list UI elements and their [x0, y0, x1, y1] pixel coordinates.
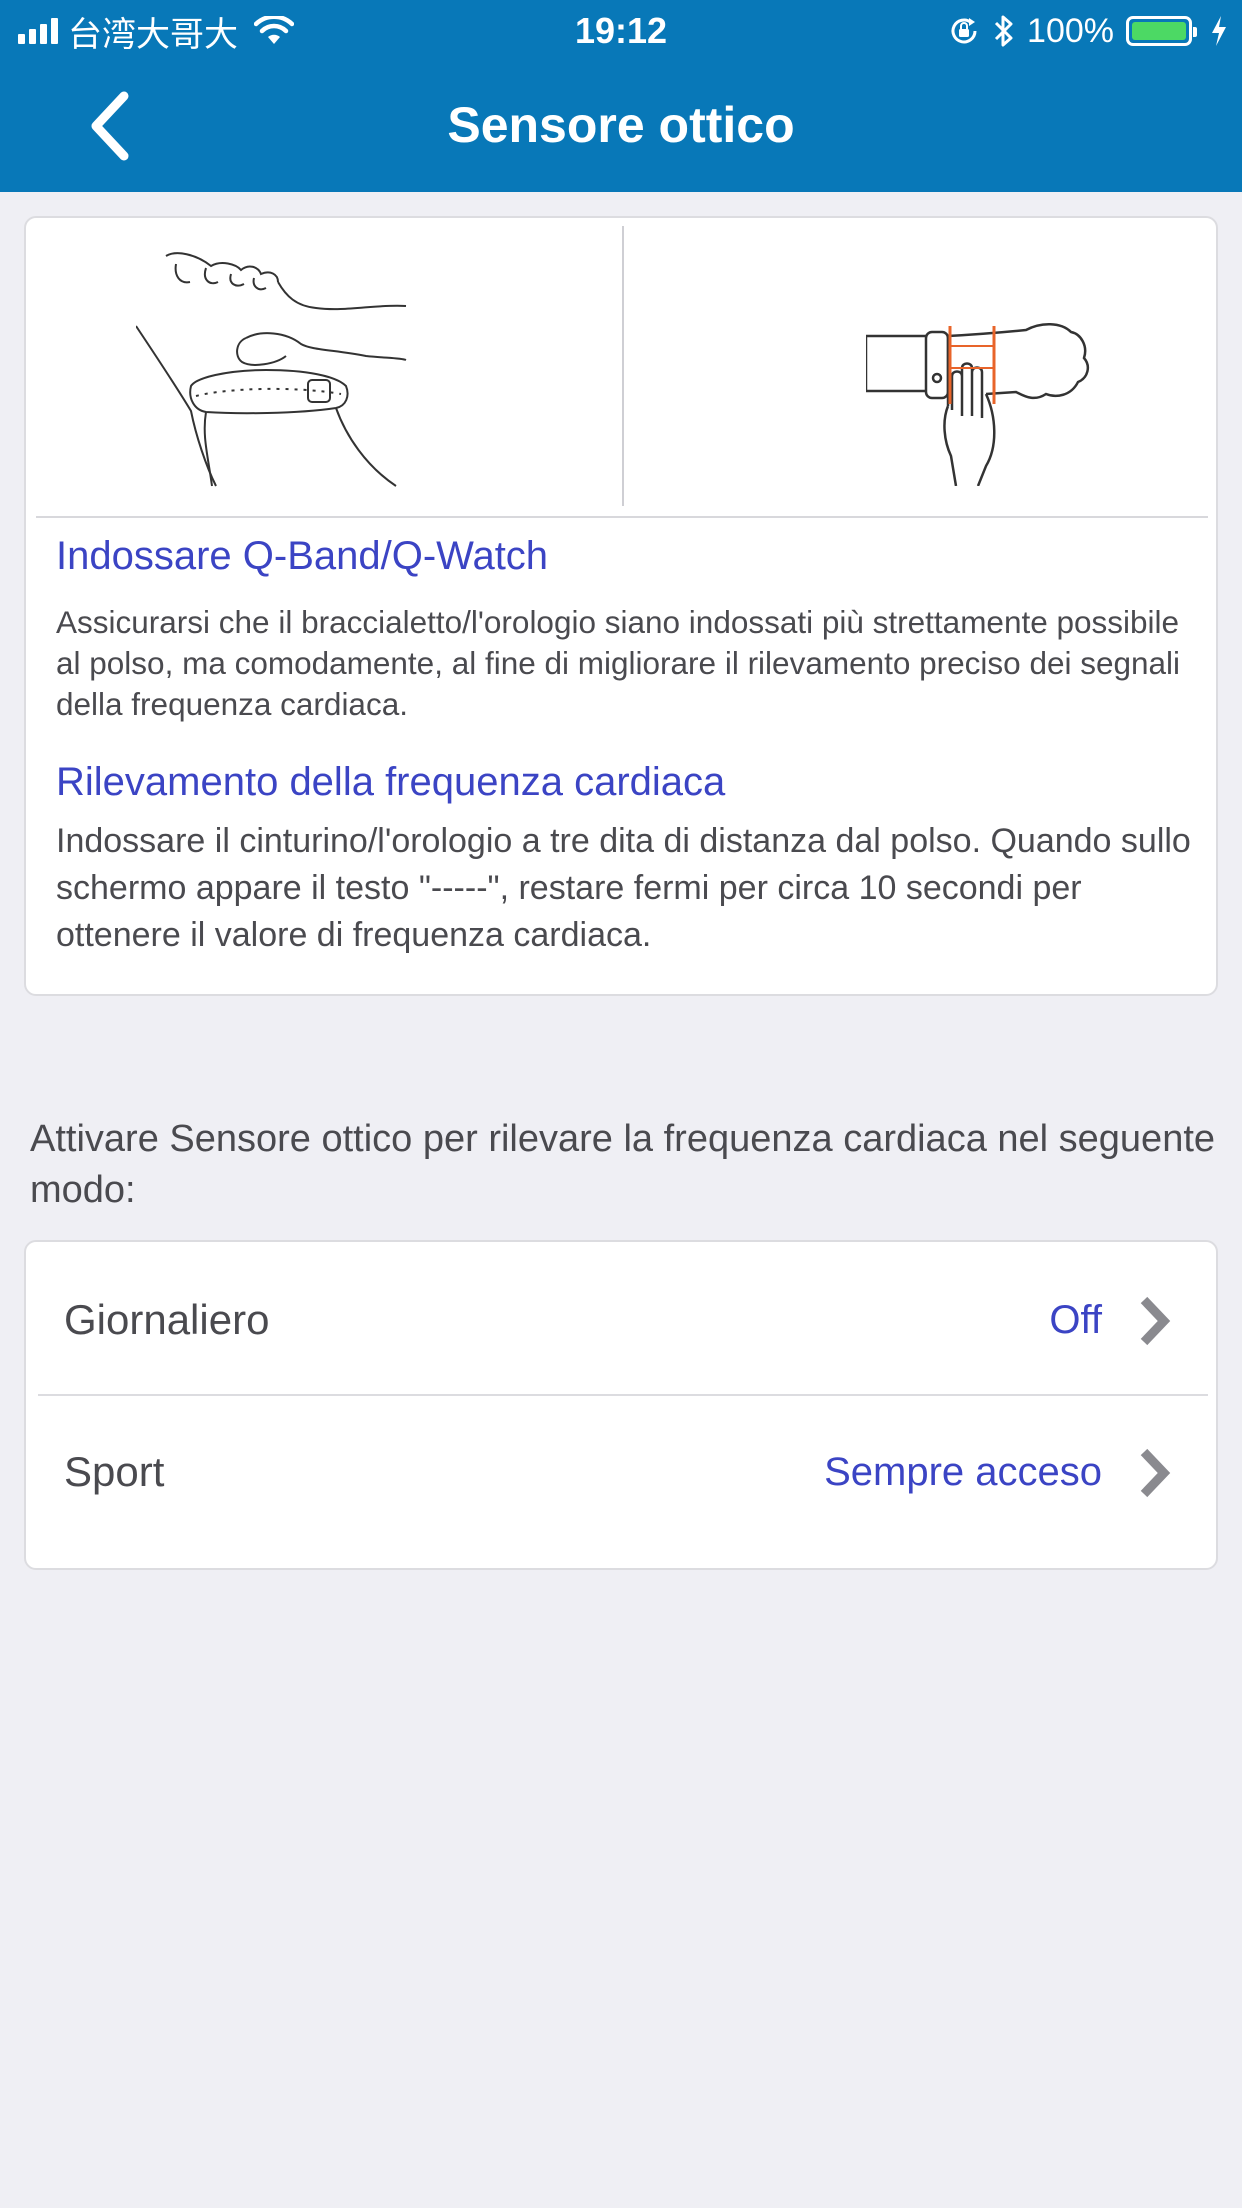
instructions-card: Indossare Q-Band/Q-Watch Assicurarsi che… [24, 216, 1218, 996]
page-title: Sensore ottico [447, 97, 795, 153]
setting-row-sport[interactable]: Sport Sempre acceso [38, 1398, 1208, 1548]
chevron-right-icon [1140, 1448, 1171, 1498]
battery-percent: 100% [1027, 11, 1114, 50]
settings-card: Giornaliero Off Sport Sempre acceso [24, 1240, 1218, 1570]
navigation-header: 台湾大哥大 19:12 100% Sensore ottico [0, 0, 1242, 192]
wear-section-title: Indossare Q-Band/Q-Watch [56, 534, 549, 578]
setting-value-daily: Off [1049, 1298, 1102, 1342]
charging-icon [1212, 16, 1226, 46]
setting-row-daily[interactable]: Giornaliero Off [38, 1246, 1208, 1396]
chevron-right-icon [1140, 1296, 1171, 1346]
detect-section-text: Indossare il cinturino/l'orologio a tre … [56, 822, 1191, 954]
setting-label-sport: Sport [64, 1448, 165, 1495]
orientation-lock-icon [951, 18, 977, 44]
battery-icon [1126, 16, 1197, 46]
finger-distance-illustration [866, 323, 1090, 486]
image-divider [622, 226, 624, 506]
wearing-band-illustration [136, 252, 407, 487]
setting-label-daily: Giornaliero [64, 1296, 270, 1343]
wear-section-text: Assicurarsi che il braccialetto/l'orolog… [56, 604, 1181, 722]
status-bar: 台湾大哥大 19:12 100% [0, 0, 1242, 62]
mode-prompt: Attivare Sensore ottico per rilevare la … [30, 1118, 1216, 1211]
bluetooth-icon [994, 15, 1013, 47]
detect-section-title: Rilevamento della frequenza cardiaca [56, 760, 726, 804]
illustrations [36, 226, 1208, 518]
setting-value-sport: Sempre acceso [824, 1450, 1102, 1494]
